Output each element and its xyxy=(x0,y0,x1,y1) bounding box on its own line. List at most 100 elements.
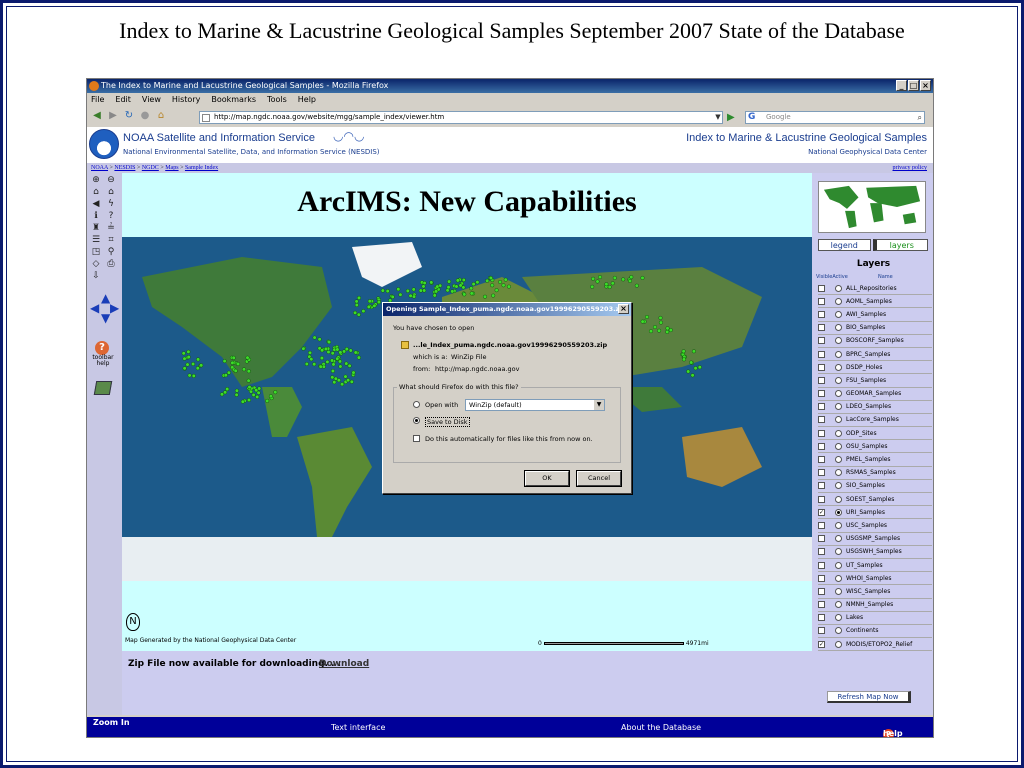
sample-dot[interactable] xyxy=(340,382,345,387)
sample-dot[interactable] xyxy=(665,329,670,334)
sample-dot[interactable] xyxy=(320,348,325,353)
sample-dot[interactable] xyxy=(219,392,224,397)
open-with-radio[interactable] xyxy=(413,401,420,408)
back-extent-icon[interactable]: ◀ xyxy=(90,199,102,210)
sample-dot[interactable] xyxy=(396,287,401,292)
tab-legend[interactable]: legend xyxy=(818,239,871,251)
sample-dot[interactable] xyxy=(412,294,417,299)
sample-dot[interactable] xyxy=(690,373,695,378)
sample-dot[interactable] xyxy=(354,302,359,307)
layer-visible-checkbox[interactable] xyxy=(818,495,825,503)
sample-dot[interactable] xyxy=(462,292,467,297)
sample-dot[interactable] xyxy=(351,370,356,375)
sample-dot[interactable] xyxy=(326,349,331,354)
sample-dot[interactable] xyxy=(610,281,615,286)
sample-dot[interactable] xyxy=(317,337,322,342)
sample-dot[interactable] xyxy=(657,328,662,333)
sample-dot[interactable] xyxy=(490,283,495,288)
sample-dot[interactable] xyxy=(354,299,359,304)
sample-dot[interactable] xyxy=(247,385,252,390)
layer-active-radio[interactable] xyxy=(835,587,842,595)
sample-dot[interactable] xyxy=(458,283,463,288)
maximize-button[interactable]: □ xyxy=(908,80,919,91)
pan-control[interactable]: ▲ ◀ ▶ ▼ xyxy=(90,292,120,324)
sample-dot[interactable] xyxy=(469,286,474,291)
sample-dot[interactable] xyxy=(621,277,626,282)
crumb-nesdis[interactable]: NESDIS xyxy=(114,165,135,171)
layer-active-radio[interactable] xyxy=(835,601,842,609)
layer-visible-checkbox[interactable] xyxy=(818,297,825,305)
sample-dot[interactable] xyxy=(629,275,634,280)
menu-file[interactable]: File xyxy=(91,93,104,107)
search-input[interactable]: G Google ⌕ xyxy=(745,111,925,124)
sample-dot[interactable] xyxy=(598,275,603,280)
sample-dot[interactable] xyxy=(356,312,361,317)
crumb-maps[interactable]: Maps xyxy=(165,165,178,171)
sample-dot[interactable] xyxy=(353,350,358,355)
sample-dot[interactable] xyxy=(246,397,251,402)
grid-icon[interactable]: ⌗ xyxy=(105,235,117,246)
sample-dot[interactable] xyxy=(447,279,452,284)
sample-dot[interactable] xyxy=(248,389,253,394)
layer-visible-checkbox[interactable] xyxy=(818,627,825,635)
pan-north-icon[interactable]: ▲ xyxy=(101,292,110,304)
sample-dot[interactable] xyxy=(595,279,600,284)
minimize-button[interactable]: _ xyxy=(896,80,907,91)
sample-dot[interactable] xyxy=(649,329,654,334)
sample-dot[interactable] xyxy=(686,369,691,374)
ok-button[interactable]: OK xyxy=(524,470,570,487)
layer-active-radio[interactable] xyxy=(835,469,842,477)
layer-visible-checkbox[interactable] xyxy=(818,363,825,371)
layer-visible-checkbox[interactable] xyxy=(818,429,825,437)
sample-dot[interactable] xyxy=(335,347,340,352)
crumb-ngdc[interactable]: NGDC xyxy=(142,165,159,171)
layer-active-radio[interactable] xyxy=(835,495,842,503)
sample-dot[interactable] xyxy=(645,314,650,319)
sample-dot[interactable] xyxy=(483,294,488,299)
measure-icon[interactable]: ≟ xyxy=(105,223,117,234)
menu-history[interactable]: History xyxy=(172,93,200,107)
identify-icon[interactable]: ℹ xyxy=(90,211,102,222)
sample-dot[interactable] xyxy=(469,291,474,296)
sample-dot[interactable] xyxy=(494,288,499,293)
sample-dot[interactable] xyxy=(366,304,371,309)
sample-dot[interactable] xyxy=(682,357,687,362)
sample-dot[interactable] xyxy=(268,394,273,399)
crumb-sample-index[interactable]: Sample Index xyxy=(185,165,218,171)
sample-dot[interactable] xyxy=(681,349,686,354)
sample-dot[interactable] xyxy=(187,373,192,378)
full-extent-icon[interactable]: ⌂ xyxy=(90,187,102,198)
layer-active-radio[interactable] xyxy=(835,310,842,318)
layer-active-radio[interactable] xyxy=(835,337,842,345)
layer-visible-checkbox[interactable] xyxy=(818,416,825,424)
sample-dot[interactable] xyxy=(488,276,493,281)
url-bar[interactable]: http://map.ngdc.noaa.gov/website/mgg/sam… xyxy=(199,111,723,124)
layer-visible-checkbox[interactable] xyxy=(818,284,825,292)
layer-visible-checkbox[interactable] xyxy=(818,601,825,609)
open-with-label[interactable]: Open with xyxy=(425,401,458,409)
sample-dot[interactable] xyxy=(498,280,503,285)
sample-dot[interactable] xyxy=(186,349,191,354)
layer-active-radio[interactable] xyxy=(835,416,842,424)
zoom-in-icon[interactable]: ⊕ xyxy=(90,175,102,186)
refresh-map-button[interactable]: Refresh Map Now xyxy=(827,691,911,703)
layer-visible-checkbox[interactable] xyxy=(818,390,825,398)
menu-bookmarks[interactable]: Bookmarks xyxy=(211,93,256,107)
home-icon[interactable]: ⌂ xyxy=(155,110,167,122)
sample-dot[interactable] xyxy=(342,349,347,354)
url-dropdown-icon[interactable]: ▼ xyxy=(713,113,723,122)
sample-dot[interactable] xyxy=(191,373,196,378)
sample-dot[interactable] xyxy=(640,275,645,280)
search-icon[interactable]: ⌕ xyxy=(918,112,922,123)
layer-visible-checkbox[interactable] xyxy=(818,337,825,345)
layer-visible-checkbox[interactable] xyxy=(818,535,825,543)
menu-view[interactable]: View xyxy=(142,93,161,107)
sample-dot[interactable] xyxy=(347,363,352,368)
sample-dot[interactable] xyxy=(455,278,460,283)
save-to-disk-radio[interactable] xyxy=(413,417,420,424)
sample-dot[interactable] xyxy=(398,292,403,297)
sample-dot[interactable] xyxy=(246,369,251,374)
select-rect-icon[interactable]: ◳ xyxy=(90,247,102,258)
sample-dot[interactable] xyxy=(343,374,348,379)
layer-active-radio[interactable] xyxy=(835,627,842,635)
